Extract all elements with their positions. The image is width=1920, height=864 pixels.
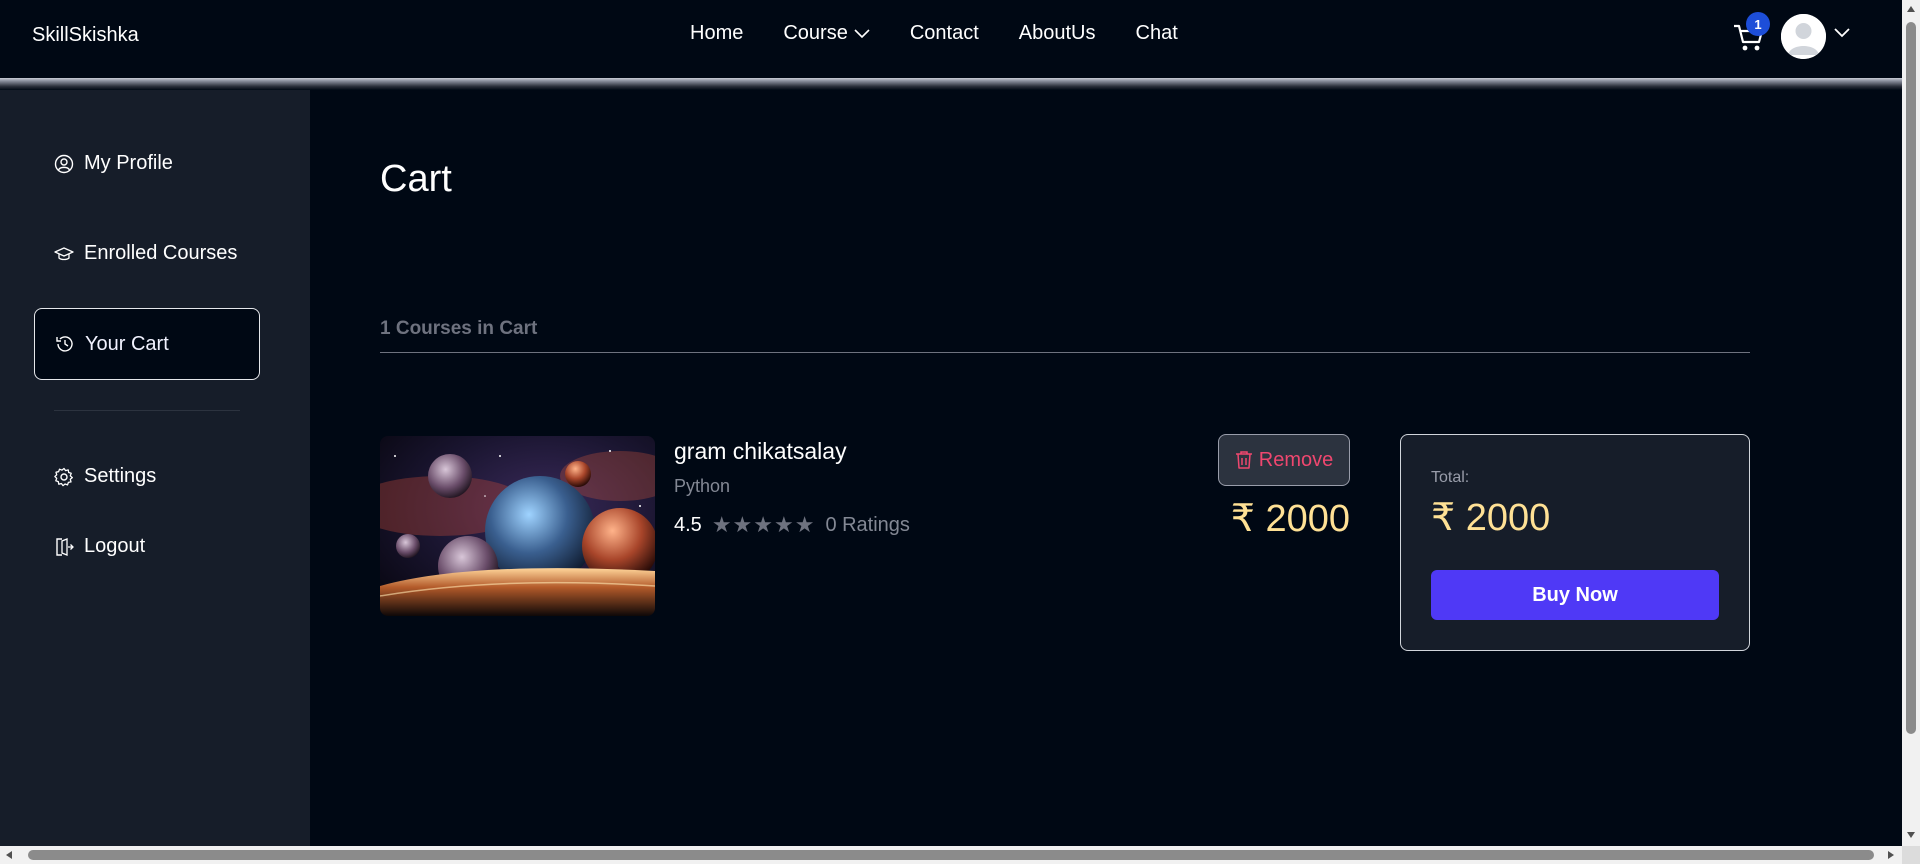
nav-contact-label: Contact [909,22,979,44]
gear-icon [54,467,73,486]
vertical-scrollbar[interactable] [1902,0,1920,846]
nav-contact[interactable]: Contact [910,22,979,45]
course-rating: 4.5 ★★★★★ 0 Ratings [674,512,910,538]
graduation-cap-icon [54,246,74,260]
divider [380,352,1750,353]
sidebar-item-your-cart[interactable]: Your Cart [34,308,260,380]
scroll-up-arrow-icon[interactable] [1907,6,1915,12]
scroll-left-arrow-icon[interactable] [6,851,12,859]
order-summary-card: Total: ₹ 2000 Buy Now [1400,434,1750,651]
sidebar-item-label: Logout [84,535,146,557]
page-title: Cart [380,158,452,200]
sidebar-item-enrolled-courses[interactable]: Enrolled Courses [54,242,237,265]
sidebar-item-my-profile[interactable]: My Profile [54,152,173,175]
sidebar-item-logout[interactable]: Logout [54,535,145,558]
total-label: Total: [1431,469,1470,486]
horizontal-scroll-thumb[interactable] [28,850,1874,860]
horizontal-scrollbar[interactable] [0,846,1902,864]
scroll-down-arrow-icon[interactable] [1907,832,1915,838]
chevron-down-icon [854,28,870,38]
nav-aboutus[interactable]: AboutUs [1019,22,1096,45]
navbar-shadow [0,78,1902,90]
sidebar-item-label: Settings [84,465,157,487]
remove-label: Remove [1258,448,1334,471]
sidebar: My Profile Enrolled Courses Your Cart Se… [0,90,310,846]
total-price: ₹ 2000 [1431,497,1551,539]
chevron-down-icon[interactable] [1834,28,1850,38]
nav-home[interactable]: Home [690,22,743,45]
nav-chat-label: Chat [1135,22,1178,44]
vertical-scroll-thumb[interactable] [1906,22,1916,734]
history-icon [56,336,73,352]
top-navbar: SkillSkishka Home Course Contact AboutUs… [0,0,1902,90]
sidebar-item-settings[interactable]: Settings [54,465,156,488]
logout-icon [56,537,74,556]
nav-home-label: Home [690,22,744,44]
user-circle-icon [54,154,74,173]
sidebar-item-label: Enrolled Courses [84,242,238,264]
trash-icon [1235,451,1252,469]
sidebar-item-label: Your Cart [85,332,169,355]
rating-value: 4.5 [674,513,702,536]
brand-logo[interactable]: SkillSkishka [32,24,139,47]
buy-now-button[interactable]: Buy Now [1431,570,1719,620]
sidebar-divider [54,410,240,411]
nav-chat[interactable]: Chat [1136,22,1178,45]
nav-aboutus-label: AboutUs [1018,22,1096,44]
course-thumbnail[interactable] [380,436,655,616]
course-price: ₹ 2000 [1230,498,1350,540]
scroll-right-arrow-icon[interactable] [1888,851,1894,859]
course-category: Python [674,476,731,496]
star-rating-icon: ★★★★★ [711,512,816,537]
remove-button[interactable]: Remove [1218,434,1350,486]
cart-badge: 1 [1746,12,1770,36]
ratings-count: 0 Ratings [825,513,910,536]
nav-course-label: Course [783,22,848,44]
nav-course[interactable]: Course [783,22,870,45]
cart-count-text: 1 Courses in Cart [380,318,538,339]
scrollbar-corner [1902,846,1920,864]
user-avatar-icon[interactable] [1781,14,1826,59]
sidebar-item-label: My Profile [84,152,173,174]
course-title[interactable]: gram chikatsalay [674,438,847,465]
main-nav: Home Course Contact AboutUs Chat [690,22,1218,45]
